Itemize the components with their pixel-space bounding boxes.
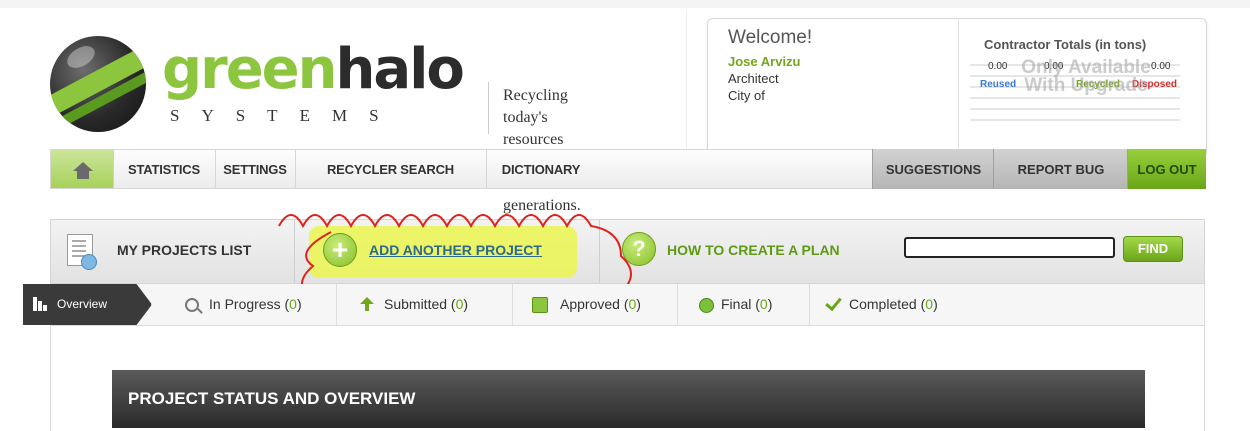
tab-in-progress[interactable]: In Progress (0) <box>151 284 337 325</box>
user-info-box: Welcome! Jose Arvizu Architect City of C… <box>707 18 1207 158</box>
upgrade-watermark: Only Available With Upgrade <box>1021 57 1151 96</box>
main-nav: STATISTICS SETTINGS RECYCLER SEARCH DICT… <box>50 149 1206 189</box>
suggestions-button[interactable]: SUGGESTIONS <box>872 149 994 189</box>
tagline-divider <box>488 82 489 134</box>
nav-settings[interactable]: SETTINGS <box>215 150 296 188</box>
final-icon <box>699 298 714 313</box>
tab-completed[interactable]: Completed (0) <box>809 284 989 325</box>
project-status-tabs: Overview In Progress (0) Submitted (0) A… <box>23 284 1205 326</box>
approved-icon <box>532 297 548 313</box>
header-divider <box>686 10 687 155</box>
logout-button[interactable]: LOG OUT <box>1127 149 1206 189</box>
project-search-input[interactable] <box>904 237 1115 258</box>
magnifier-icon <box>185 298 199 312</box>
tab-final[interactable]: Final (0) <box>677 284 810 325</box>
my-projects-label: MY PROJECTS LIST <box>117 242 252 258</box>
user-name: Jose Arvizu <box>728 54 801 69</box>
tab-approved[interactable]: Approved (0) <box>512 284 678 325</box>
red-annotation-outline <box>278 214 632 332</box>
bar-chart-icon <box>33 297 51 311</box>
user-city: City of <box>728 88 765 103</box>
check-icon <box>825 293 842 312</box>
report-bug-button[interactable]: REPORT BUG <box>993 149 1128 189</box>
greenhalo-logo[interactable]: greenhalo SYSTEMS Recycling today's reso… <box>50 28 581 214</box>
arrow-icon <box>360 297 374 311</box>
brand-subtitle: SYSTEMS <box>170 106 401 125</box>
welcome-text: Welcome! <box>728 27 813 48</box>
home-icon <box>73 162 93 171</box>
brand-name: greenhalo <box>162 37 465 102</box>
userbox-divider <box>958 19 959 157</box>
reused-value: 0.00 <box>988 61 1008 72</box>
user-role: Architect <box>728 71 779 86</box>
tab-overview[interactable]: Overview <box>23 284 152 325</box>
find-button[interactable]: FIND <box>1123 236 1183 262</box>
project-status-header: PROJECT STATUS AND OVERVIEW <box>112 370 1145 428</box>
contractor-totals-title: Contractor Totals (in tons) <box>984 37 1147 52</box>
status-title: PROJECT STATUS AND OVERVIEW <box>128 389 416 408</box>
projects-action-bar: MY PROJECTS LIST + ADD ANOTHER PROJECT ?… <box>50 214 1205 332</box>
tab-submitted[interactable]: Submitted (0) <box>336 284 513 325</box>
nav-home-button[interactable] <box>51 150 114 188</box>
globe-logo-icon <box>50 36 146 132</box>
nav-recycler-search[interactable]: RECYCLER SEARCH <box>295 150 487 188</box>
nav-dictionary[interactable]: DICTIONARY <box>486 150 596 188</box>
how-to-create-plan-link[interactable]: HOW TO CREATE A PLAN <box>667 242 840 258</box>
nav-statistics[interactable]: STATISTICS <box>113 150 216 188</box>
top-strip <box>0 0 1250 8</box>
